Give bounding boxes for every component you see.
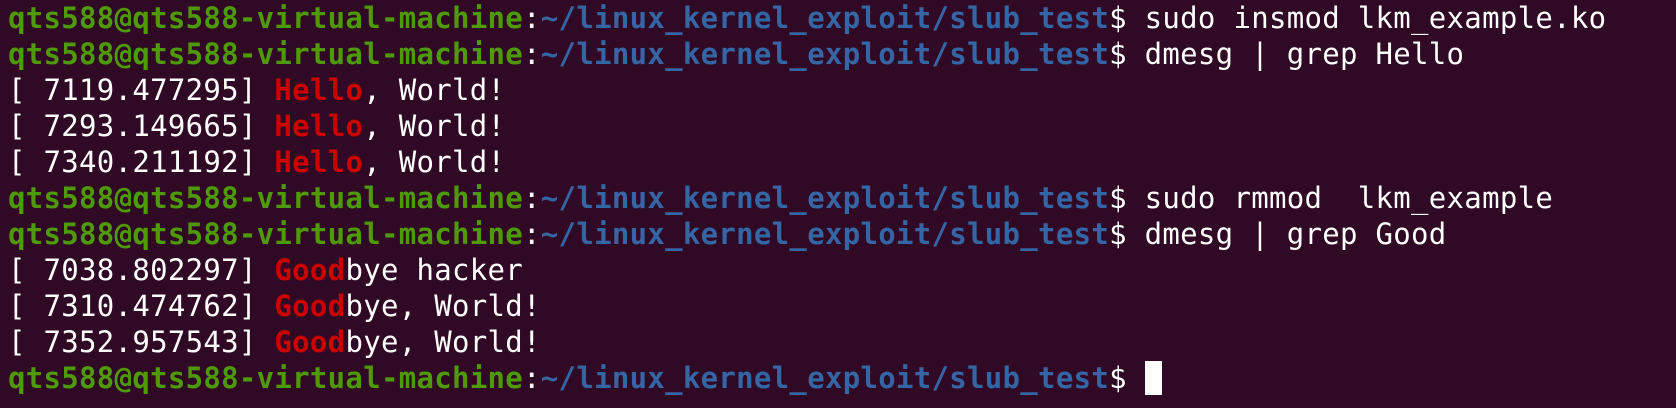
prompt-line: qts588@qts588-virtual-machine:~/linux_ke… — [8, 36, 1676, 72]
grep-match: Good — [274, 253, 346, 287]
command-text: dmesg | grep Good — [1144, 217, 1447, 251]
prompt-separator: : — [523, 181, 541, 215]
output-text: , World! — [363, 73, 506, 107]
prompt-symbol: $ — [1109, 1, 1145, 35]
command-text: dmesg | grep Hello — [1144, 37, 1465, 71]
output-line: [ 7038.802297] Goodbye hacker — [8, 252, 1676, 288]
prompt-path: ~/linux_kernel_exploit/slub_test — [540, 181, 1110, 215]
prompt-separator: : — [523, 361, 541, 395]
command-text: sudo rmmod lkm_example — [1144, 181, 1554, 215]
grep-match: Good — [274, 325, 346, 359]
text-cursor — [1144, 361, 1162, 395]
grep-match: Hello — [274, 145, 364, 179]
grep-match: Good — [274, 289, 346, 323]
prompt-user-host: qts588@qts588-virtual-machine — [8, 37, 524, 71]
prompt-path: ~/linux_kernel_exploit/slub_test — [540, 1, 1110, 35]
prompt-line: qts588@qts588-virtual-machine:~/linux_ke… — [8, 216, 1676, 252]
timestamp: [ 7352.957543] — [8, 325, 275, 359]
terminal-output: qts588@qts588-virtual-machine:~/linux_ke… — [8, 0, 1676, 396]
prompt-symbol: $ — [1109, 37, 1145, 71]
output-line: [ 7352.957543] Goodbye, World! — [8, 324, 1676, 360]
prompt-line: qts588@qts588-virtual-machine:~/linux_ke… — [8, 180, 1676, 216]
prompt-symbol: $ — [1109, 181, 1145, 215]
grep-match: Hello — [274, 109, 364, 143]
timestamp: [ 7340.211192] — [8, 145, 275, 179]
prompt-line[interactable]: qts588@qts588-virtual-machine:~/linux_ke… — [8, 360, 1676, 396]
prompt-path: ~/linux_kernel_exploit/slub_test — [540, 37, 1110, 71]
output-text: bye hacker — [345, 253, 524, 287]
prompt-separator: : — [523, 37, 541, 71]
timestamp: [ 7293.149665] — [8, 109, 275, 143]
output-line: [ 7293.149665] Hello, World! — [8, 108, 1676, 144]
timestamp: [ 7310.474762] — [8, 289, 275, 323]
prompt-line: qts588@qts588-virtual-machine:~/linux_ke… — [8, 0, 1676, 36]
prompt-symbol: $ — [1109, 217, 1145, 251]
timestamp: [ 7119.477295] — [8, 73, 275, 107]
prompt-separator: : — [523, 217, 541, 251]
prompt-symbol: $ — [1109, 361, 1145, 395]
prompt-user-host: qts588@qts588-virtual-machine — [8, 181, 524, 215]
output-text: bye, World! — [345, 325, 541, 359]
prompt-user-host: qts588@qts588-virtual-machine — [8, 361, 524, 395]
output-line: [ 7340.211192] Hello, World! — [8, 144, 1676, 180]
output-line: [ 7310.474762] Goodbye, World! — [8, 288, 1676, 324]
prompt-separator: : — [523, 1, 541, 35]
prompt-user-host: qts588@qts588-virtual-machine — [8, 217, 524, 251]
prompt-path: ~/linux_kernel_exploit/slub_test — [540, 217, 1110, 251]
output-text: , World! — [363, 145, 506, 179]
grep-match: Hello — [274, 73, 364, 107]
terminal-window[interactable]: qts588@qts588-virtual-machine:~/linux_ke… — [0, 0, 1676, 408]
output-text: bye, World! — [345, 289, 541, 323]
prompt-user-host: qts588@qts588-virtual-machine — [8, 1, 524, 35]
output-line: [ 7119.477295] Hello, World! — [8, 72, 1676, 108]
prompt-path: ~/linux_kernel_exploit/slub_test — [540, 361, 1110, 395]
output-text: , World! — [363, 109, 506, 143]
timestamp: [ 7038.802297] — [8, 253, 275, 287]
command-text: sudo insmod lkm_example.ko — [1144, 1, 1607, 35]
